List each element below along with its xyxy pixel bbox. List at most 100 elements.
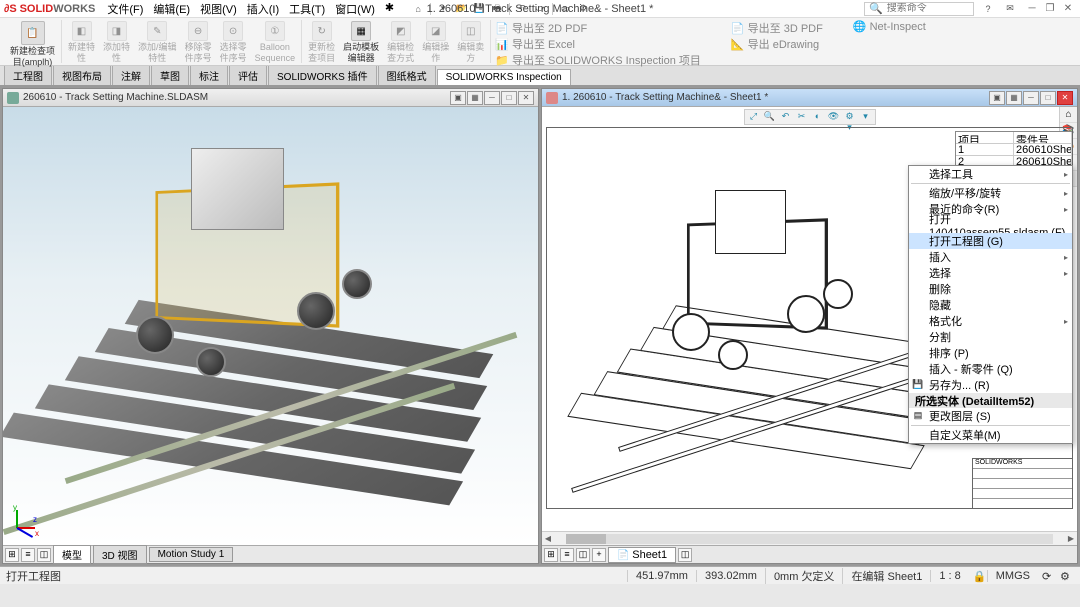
view-settings-icon[interactable]: ⚙ ▾ [843,111,857,123]
pane-maximize-icon[interactable]: □ [501,91,517,105]
apply-scene-icon[interactable]: ▾ [859,111,873,123]
help-icon[interactable]: ? [980,2,996,16]
tab-sheet-format[interactable]: 图纸格式 [378,65,436,85]
close-icon[interactable]: ✕ [1060,2,1076,16]
view-triad[interactable]: y x z [9,499,49,539]
ctx-hide[interactable]: 隐藏 [909,297,1072,313]
ctx-insert[interactable]: 插入▸ [909,249,1072,265]
zoom-fit-icon[interactable]: ⤢ [747,111,761,123]
ctx-zoom-pan[interactable]: 缩放/平移/旋转▸ [909,185,1072,201]
tree-icon[interactable]: ⊞ [5,548,19,562]
menu-help[interactable]: ✱ [381,1,398,17]
scroll-right-icon[interactable]: ▶ [1065,534,1077,543]
ctx-customize[interactable]: 自定义菜单(M) [909,427,1072,443]
edit-method-button[interactable]: ◩编辑检查方式 [385,20,416,64]
menu-view[interactable]: 视图(V) [196,1,241,17]
section-icon[interactable]: ✂ [795,111,809,123]
pane-minimize-icon[interactable]: ─ [484,91,500,105]
ctx-select-tools[interactable]: 选择工具▸ [909,166,1072,182]
ctx-save-as[interactable]: 💾另存为... (R) [909,377,1072,393]
display-style-icon[interactable]: ◐ [811,111,825,123]
export-excel-button[interactable]: 📊 导出至 Excel [495,36,701,52]
edit-feature-button[interactable]: ✎添加/编辑特性 [136,20,179,64]
menu-window[interactable]: 窗口(W) [331,1,379,17]
pane-minimize-icon[interactable]: ─ [1023,91,1039,105]
tab-3dview[interactable]: 3D 视图 [93,545,147,564]
minimize-icon[interactable]: ─ [1024,2,1040,16]
ctx-select[interactable]: 选择▸ [909,265,1072,281]
pane-opt2-icon[interactable]: ▦ [1006,91,1022,105]
drawing-h-scrollbar[interactable]: ◀ ▶ [542,531,1077,545]
export-edrawing-button[interactable]: 📐 导出 eDrawing [731,36,823,52]
status-scale[interactable]: 1 : 8 [930,570,968,582]
pane-maximize-icon[interactable]: □ [1040,91,1056,105]
export-3d-pdf-button[interactable]: 📄 导出至 3D PDF [731,20,823,36]
pane-close-icon[interactable]: ✕ [518,91,534,105]
menu-tools[interactable]: 工具(T) [285,1,329,17]
tab-motion-study[interactable]: Motion Study 1 [149,547,234,562]
pane-opt1-icon[interactable]: ▣ [450,91,466,105]
new-inspection-button[interactable]: 📋 新建检查项 目(amplh) [8,20,57,68]
status-rebuild-icon[interactable]: ⟳ [1042,570,1056,582]
balloon-sequence-button[interactable]: ①BalloonSequence [253,20,298,64]
tab-inspection[interactable]: SOLIDWORKS Inspection [437,69,571,85]
command-search[interactable]: 🔍 [864,2,974,16]
ctx-split[interactable]: 分割 [909,329,1072,345]
edit-operation-button[interactable]: ◪编辑操作 [420,20,451,64]
status-units[interactable]: MMGS [987,570,1038,582]
add-feature-button[interactable]: ◨添加特性 [101,20,132,64]
qat-home-icon[interactable]: ⌂ [410,2,426,16]
tab-model[interactable]: 模型 [53,545,91,564]
export-project-button[interactable]: 📁 导出至 SOLIDWORKS Inspection 项目 [495,52,701,68]
config-icon[interactable]: ≡ [21,548,35,562]
new-feature-button[interactable]: ◧新建特性 [66,20,97,64]
select-balloon-button[interactable]: ⊙选择零件序号 [218,20,249,64]
ctx-sort[interactable]: 排序 (P) [909,345,1072,361]
ctx-insert-new-part[interactable]: 插入 - 新零件 (Q) [909,361,1072,377]
menu-file[interactable]: 文件(F) [103,1,147,17]
net-inspect-button[interactable]: 🌐 Net-Inspect [853,20,926,33]
search-input[interactable] [887,3,967,14]
scroll-thumb[interactable] [566,534,606,544]
tab-view-layout[interactable]: 视图布局 [53,65,111,85]
notif-icon[interactable]: ✉ [1002,2,1018,16]
tab-addins[interactable]: SOLIDWORKS 插件 [268,65,377,85]
layers-icon[interactable]: ◫ [37,548,51,562]
ctx-delete[interactable]: 删除 [909,281,1072,297]
edit-vendor-button[interactable]: ◫编辑卖方 [455,20,486,64]
hide-show-icon[interactable]: 👁 [827,111,841,123]
ctx-open-file[interactable]: 打开 140410assem55.sldasm (F) [909,217,1072,233]
scroll-left-icon[interactable]: ◀ [542,534,554,543]
ctx-change-layer[interactable]: ▤更改图层 (S) [909,408,1072,424]
zoom-area-icon[interactable]: 🔍 [763,111,777,123]
add-sheet-icon[interactable]: + [592,548,606,562]
tab-annotation[interactable]: 注解 [112,65,150,85]
layers-icon[interactable]: ◫ [576,548,590,562]
config-icon[interactable]: ≡ [560,548,574,562]
pane-close-icon[interactable]: ✕ [1057,91,1073,105]
update-inspection-button[interactable]: ↻更新检查项目 [306,20,337,64]
prev-view-icon[interactable]: ↶ [779,111,793,123]
restore-icon[interactable]: ❐ [1042,2,1058,16]
drawing-viewport[interactable]: ⤢ 🔍 ↶ ✂ ◐ 👁 ⚙ ▾ ▾ ⌂ 📚 🎨 ◉ ✱ 项目零件号 126061… [542,107,1077,531]
menu-edit[interactable]: 编辑(E) [149,1,194,17]
pane-opt1-icon[interactable]: ▣ [989,91,1005,105]
status-lock-icon[interactable]: 🔒 [973,570,987,582]
menu-insert[interactable]: 插入(I) [243,1,283,17]
tree-icon[interactable]: ⊞ [544,548,558,562]
ctx-open-drawing[interactable]: 打开工程图 (G) [909,233,1072,249]
tab-drawing[interactable]: 工程图 [4,65,52,85]
export-2d-pdf-button[interactable]: 📄 导出至 2D PDF [495,20,701,36]
tab-sheet1[interactable]: 📄 Sheet1 [608,547,676,563]
ctx-format[interactable]: 格式化▸ [909,313,1072,329]
tab-sketch[interactable]: 草图 [151,65,189,85]
template-editor-button[interactable]: ▦启动模板编辑器 [341,20,381,64]
model-viewport[interactable]: y x z [3,107,538,545]
tab-evaluate[interactable]: 评估 [229,65,267,85]
pane-opt2-icon[interactable]: ▦ [467,91,483,105]
remove-balloon-button[interactable]: ⊖移除零件序号 [183,20,214,64]
new-sheet-icon[interactable]: ◫ [678,548,692,562]
tab-dimension[interactable]: 标注 [190,65,228,85]
taskpane-home-icon[interactable]: ⌂ [1060,107,1077,123]
status-settings-icon[interactable]: ⚙ [1060,570,1074,582]
